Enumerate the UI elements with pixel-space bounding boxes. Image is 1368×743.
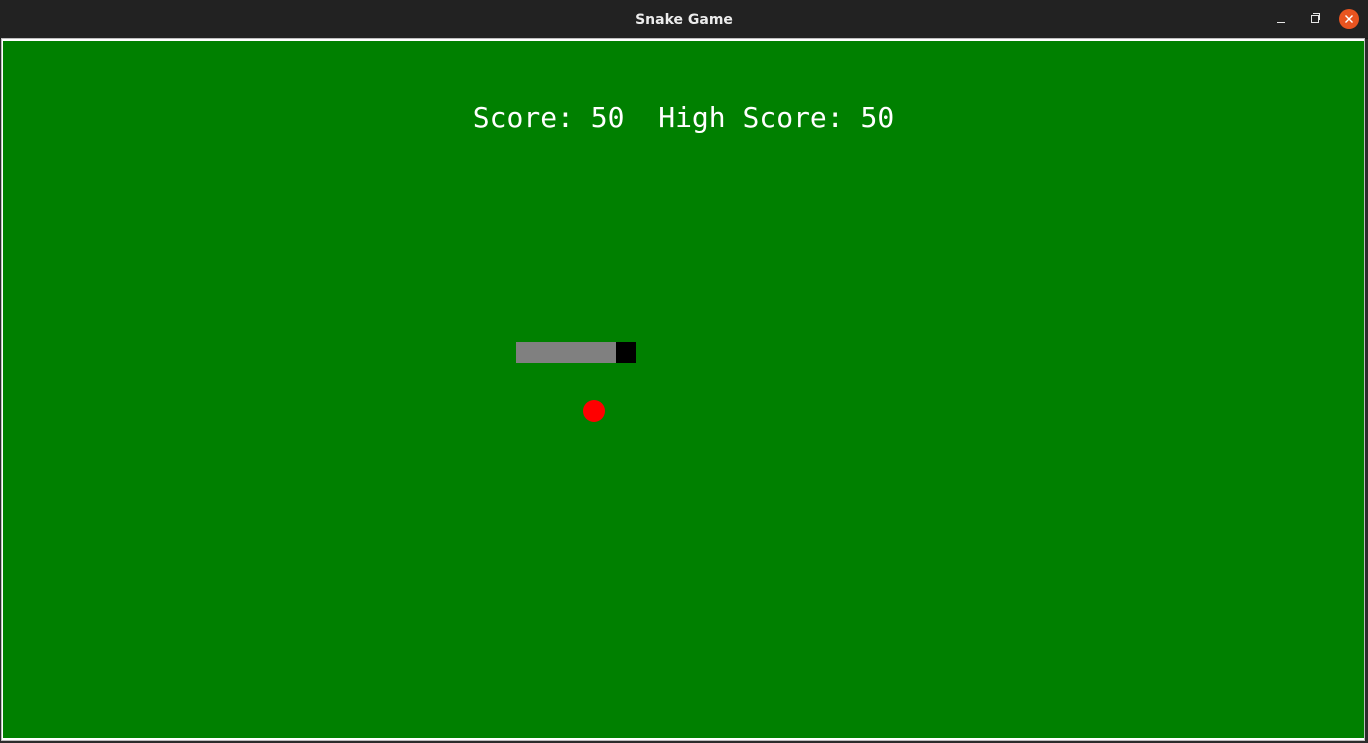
snake-body-segment bbox=[536, 342, 556, 363]
close-button[interactable] bbox=[1339, 9, 1359, 29]
minimize-button[interactable] bbox=[1271, 9, 1291, 29]
score-label: Score: bbox=[472, 101, 574, 134]
snake-body-segment bbox=[596, 342, 616, 363]
snake-body-segment bbox=[556, 342, 576, 363]
score-display: Score: 50 High Score: 50 bbox=[3, 101, 1364, 134]
maximize-button[interactable] bbox=[1305, 9, 1325, 29]
maximize-icon bbox=[1311, 13, 1320, 23]
score-value: 50 bbox=[590, 101, 625, 134]
snake-head bbox=[616, 342, 636, 363]
snake-body-segment bbox=[576, 342, 596, 363]
game-board[interactable]: Score: 50 High Score: 50 bbox=[3, 41, 1364, 738]
title-bar[interactable]: Snake Game bbox=[0, 0, 1368, 39]
window-title: Snake Game bbox=[635, 12, 733, 28]
snake-body-segment bbox=[516, 342, 536, 363]
minimize-icon bbox=[1277, 21, 1285, 23]
high-score-label: High Score: bbox=[658, 101, 844, 134]
food-pellet bbox=[583, 400, 605, 422]
app-window: Snake Game Score: 50 High Score: 50 bbox=[0, 0, 1368, 743]
high-score-value: 50 bbox=[860, 101, 895, 134]
close-icon bbox=[1345, 15, 1353, 23]
